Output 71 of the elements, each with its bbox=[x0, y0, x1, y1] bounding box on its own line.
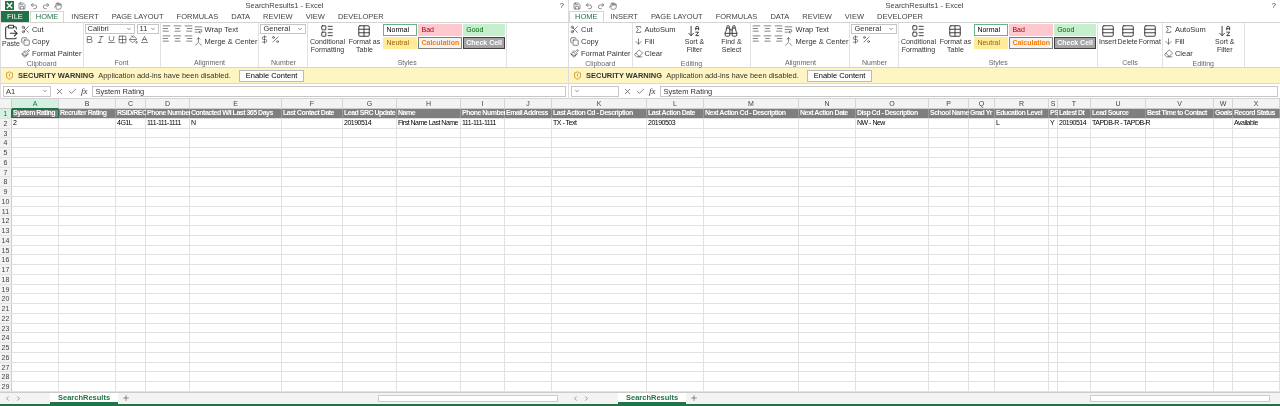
sigma-icon[interactable] bbox=[1163, 25, 1173, 34]
next-sheet-icon[interactable] bbox=[583, 394, 590, 402]
align-center-icon[interactable] bbox=[763, 24, 773, 33]
dollar-icon[interactable] bbox=[260, 35, 270, 44]
cancel-icon[interactable] bbox=[55, 86, 64, 96]
arrow-down-icon[interactable] bbox=[1163, 37, 1173, 46]
shield-icon bbox=[5, 71, 14, 80]
align-left-icon[interactable] bbox=[161, 24, 171, 33]
binoculars-icon[interactable] bbox=[724, 24, 739, 38]
rows-icon[interactable] bbox=[1120, 24, 1135, 38]
align-right-icon[interactable] bbox=[183, 34, 193, 43]
next-sheet-icon[interactable] bbox=[15, 394, 22, 402]
rows-icon[interactable] bbox=[1100, 24, 1115, 38]
underline-icon[interactable] bbox=[106, 35, 116, 44]
undo-icon[interactable] bbox=[30, 1, 38, 10]
save-icon[interactable] bbox=[573, 1, 581, 10]
rows-icon[interactable] bbox=[1142, 24, 1157, 38]
horizontal-scrollbar[interactable] bbox=[378, 394, 558, 402]
percent-icon[interactable] bbox=[862, 35, 872, 44]
copy-icon[interactable] bbox=[570, 37, 579, 46]
add-sheet-icon[interactable] bbox=[122, 394, 131, 403]
font-color-icon[interactable] bbox=[139, 35, 149, 44]
align-left-icon[interactable] bbox=[161, 34, 171, 43]
align-center-icon[interactable] bbox=[763, 34, 773, 43]
clipboard-icon[interactable] bbox=[2, 24, 19, 40]
eraser-icon[interactable] bbox=[633, 49, 643, 58]
border-icon[interactable] bbox=[117, 35, 127, 44]
align-right-icon[interactable] bbox=[774, 24, 784, 33]
redo-icon[interactable] bbox=[597, 1, 605, 10]
dollar-icon[interactable] bbox=[851, 35, 861, 44]
enter-icon[interactable] bbox=[68, 86, 77, 96]
insert-function-button[interactable]: fx bbox=[649, 86, 656, 96]
horizontal-scrollbar[interactable] bbox=[1090, 394, 1270, 402]
wrap-text-icon[interactable] bbox=[193, 25, 203, 34]
enter-icon[interactable] bbox=[636, 86, 645, 96]
cut-icon[interactable] bbox=[20, 25, 30, 34]
paintbrush-icon[interactable] bbox=[20, 49, 30, 58]
table-icon[interactable] bbox=[948, 24, 963, 38]
align-center-icon[interactable] bbox=[172, 34, 182, 43]
italic-icon[interactable] bbox=[95, 35, 105, 44]
sort-icon[interactable] bbox=[687, 24, 702, 38]
align-left-icon[interactable] bbox=[752, 34, 762, 43]
list-icon[interactable] bbox=[911, 24, 926, 38]
copy-icon[interactable] bbox=[20, 37, 30, 46]
sort-icon[interactable] bbox=[1217, 24, 1232, 38]
align-left-icon[interactable] bbox=[752, 24, 762, 33]
redo-icon[interactable] bbox=[42, 1, 50, 10]
list-icon[interactable] bbox=[320, 24, 335, 38]
insert-function-button[interactable]: fx bbox=[81, 86, 88, 96]
undo-icon[interactable] bbox=[585, 1, 593, 10]
align-center-icon[interactable] bbox=[172, 24, 182, 33]
paintbrush-icon[interactable] bbox=[570, 49, 579, 58]
arrow-down-icon[interactable] bbox=[633, 37, 643, 46]
eraser-icon[interactable] bbox=[1163, 49, 1173, 58]
touch-icon[interactable] bbox=[54, 1, 62, 10]
save-icon[interactable] bbox=[18, 1, 26, 10]
align-right-icon[interactable] bbox=[774, 34, 784, 43]
percent-icon[interactable] bbox=[271, 35, 281, 44]
add-sheet-icon[interactable] bbox=[690, 394, 699, 403]
touch-icon[interactable] bbox=[609, 1, 617, 10]
previous-sheet-icon[interactable] bbox=[572, 394, 579, 402]
shield-icon bbox=[573, 71, 582, 80]
sigma-icon[interactable] bbox=[633, 25, 643, 34]
bold-icon[interactable] bbox=[84, 35, 94, 44]
fill-color-icon[interactable] bbox=[128, 35, 138, 44]
cut-icon[interactable] bbox=[570, 25, 579, 34]
table-icon[interactable] bbox=[357, 24, 372, 38]
align-right-icon[interactable] bbox=[183, 24, 193, 33]
previous-sheet-icon[interactable] bbox=[4, 394, 11, 402]
cancel-icon[interactable] bbox=[623, 86, 632, 96]
wrap-text-icon[interactable] bbox=[784, 25, 794, 34]
